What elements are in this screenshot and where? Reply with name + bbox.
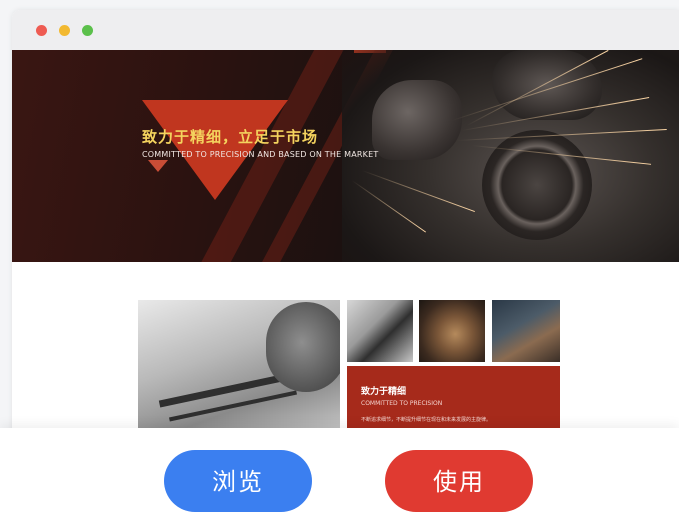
card-subtitle: COMMITTED TO PRECISION	[361, 400, 443, 407]
glove-image	[372, 80, 462, 160]
hand-shape	[266, 302, 340, 392]
card-title: 致力于精细	[361, 387, 407, 397]
title-bar	[12, 10, 679, 50]
thumbnail-photo	[347, 300, 413, 362]
grinding-wheel-image	[482, 130, 592, 240]
use-button[interactable]: 使用	[385, 450, 533, 512]
close-dot-icon[interactable]	[36, 25, 47, 36]
minimize-dot-icon[interactable]	[59, 25, 70, 36]
thumbnail-photo	[419, 300, 485, 362]
card-description: 不断追求细节，不断提升细节在现在和未来发展的主旋律。	[361, 417, 492, 423]
browse-button[interactable]: 浏览	[164, 450, 312, 512]
craft-photo	[138, 300, 340, 434]
hero-subtitle: COMMITTED TO PRECISION AND BASED ON THE …	[142, 150, 379, 159]
hero-title: 致力于精细，立足于市场	[142, 128, 319, 146]
thumbnail-photo	[492, 300, 560, 362]
hero-banner: 致力于精细，立足于市场 COMMITTED TO PRECISION AND B…	[12, 50, 679, 262]
action-bar: 浏览 使用	[0, 428, 679, 530]
maximize-dot-icon[interactable]	[82, 25, 93, 36]
feature-card: 致力于精细 COMMITTED TO PRECISION 不断追求细节，不断提升…	[347, 366, 560, 434]
small-triangle-decor	[148, 160, 168, 172]
